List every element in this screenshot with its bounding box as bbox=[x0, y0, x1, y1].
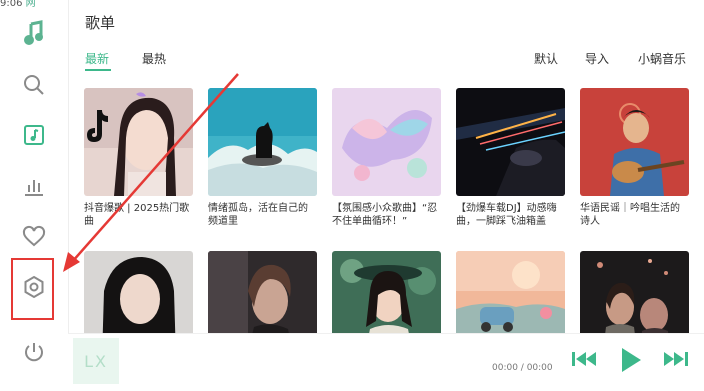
playlist-card[interactable]: 抖音爆歌 | 2025热门歌曲 bbox=[84, 88, 193, 228]
highlight-box-annotation bbox=[11, 258, 54, 320]
playlist-card[interactable]: 华语民谣｜吟唱生活的诗人 bbox=[580, 88, 689, 228]
playlist-cover bbox=[84, 88, 193, 196]
active-tab-indicator bbox=[85, 69, 111, 71]
album-art-placeholder[interactable]: LX bbox=[73, 338, 119, 384]
import-button[interactable]: 导入 bbox=[585, 50, 609, 67]
playlist-cover bbox=[456, 88, 565, 196]
playlist-name: 【劲爆车载DJ】动感嗨曲，一脚踩飞油箱盖 bbox=[456, 203, 557, 227]
playlist-cover bbox=[332, 88, 441, 196]
playlist-card[interactable]: 【劲爆车载DJ】动感嗨曲，一脚踩飞油箱盖 bbox=[456, 88, 565, 228]
playlist-cover bbox=[208, 88, 317, 196]
tab-latest[interactable]: 最新 bbox=[85, 50, 109, 67]
playlist-name: 【氛围感小众歌曲】“忍不住单曲循环！” bbox=[332, 203, 438, 227]
play-icon[interactable] bbox=[619, 346, 643, 374]
playlist-music-icon[interactable] bbox=[14, 118, 54, 152]
search-icon[interactable] bbox=[14, 68, 54, 102]
status-bar: 9:06 网 bbox=[0, 0, 36, 9]
next-track-icon[interactable] bbox=[663, 348, 689, 370]
sidebar: 9:06 网 bbox=[0, 0, 69, 386]
sort-default-button[interactable]: 默认 bbox=[534, 50, 558, 67]
chart-bars-icon[interactable] bbox=[14, 169, 54, 203]
playlist-card[interactable]: 情绪孤岛，活在自己的频道里 bbox=[208, 88, 317, 228]
source-select-button[interactable]: 小蜗音乐 bbox=[638, 50, 686, 67]
page-title: 歌单 bbox=[85, 14, 116, 32]
playback-time: 00:00 / 00:00 bbox=[492, 363, 553, 373]
playlist-name: 抖音爆歌 | 2025热门歌曲 bbox=[84, 203, 190, 227]
playlist-cover bbox=[580, 88, 689, 196]
tab-hottest[interactable]: 最热 bbox=[142, 50, 166, 67]
status-app-label: 网 bbox=[25, 0, 36, 9]
main-content: 歌单 最新 最热 默认 导入 小蜗音乐 抖音爆歌 | 2025热门歌曲 情绪孤岛… bbox=[68, 0, 704, 386]
music-note-icon[interactable] bbox=[14, 16, 54, 50]
playlist-card[interactable]: 【氛围感小众歌曲】“忍不住单曲循环！” bbox=[332, 88, 441, 228]
power-icon[interactable] bbox=[14, 335, 54, 369]
status-time: 9:06 bbox=[0, 0, 23, 9]
player-bar: LX 00:00 / 00:00 bbox=[68, 333, 704, 387]
playlist-name: 华语民谣｜吟唱生活的诗人 bbox=[580, 203, 680, 227]
heart-icon[interactable] bbox=[14, 220, 54, 254]
playlist-name: 情绪孤岛，活在自己的频道里 bbox=[208, 203, 308, 227]
previous-track-icon[interactable] bbox=[571, 348, 597, 370]
